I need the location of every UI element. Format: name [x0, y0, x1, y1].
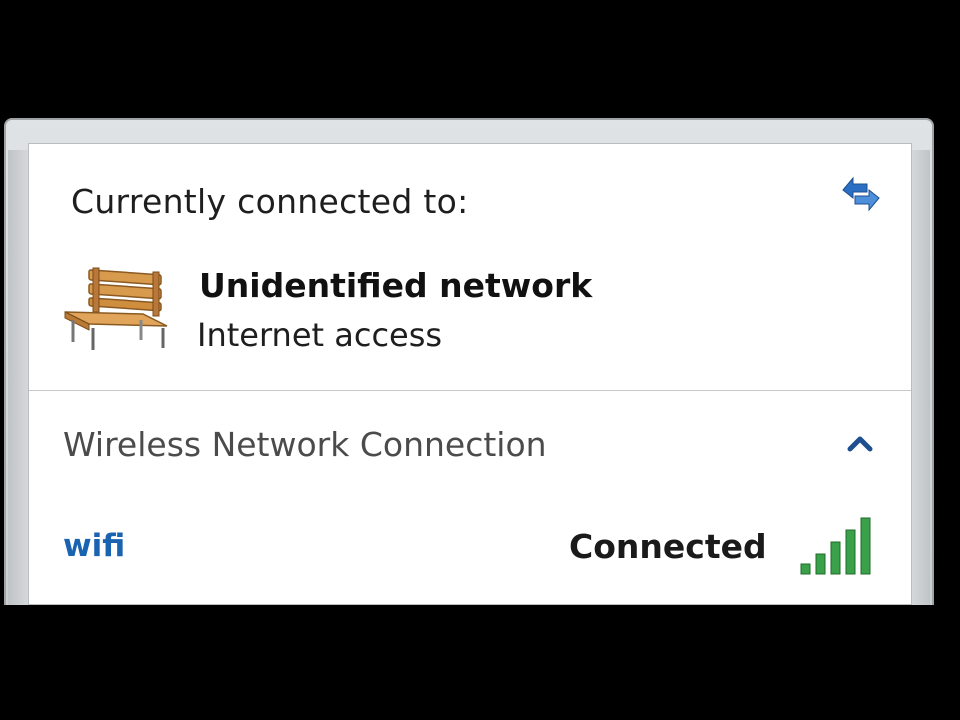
frame-edge-right — [912, 150, 930, 610]
refresh-arrows-icon[interactable] — [837, 170, 885, 214]
letterbox-top — [0, 0, 960, 112]
park-bench-icon — [63, 262, 175, 354]
frame-edge-left — [8, 150, 28, 610]
network-access-status: Internet access — [197, 316, 443, 354]
signal-strength-icon — [799, 514, 875, 578]
currently-connected-heading: Currently connected to: — [71, 182, 469, 221]
section-divider — [29, 390, 911, 391]
letterbox-bottom — [0, 605, 960, 720]
chevron-up-icon[interactable] — [847, 434, 873, 452]
network-flyout-panel: Currently connected to: Unidentified net… — [28, 143, 912, 605]
network-name: Unidentified network — [199, 266, 593, 305]
wifi-network-name[interactable]: wifi — [63, 528, 125, 564]
wireless-section-title: Wireless Network Connection — [63, 425, 547, 464]
wifi-connection-status: Connected — [569, 527, 767, 566]
